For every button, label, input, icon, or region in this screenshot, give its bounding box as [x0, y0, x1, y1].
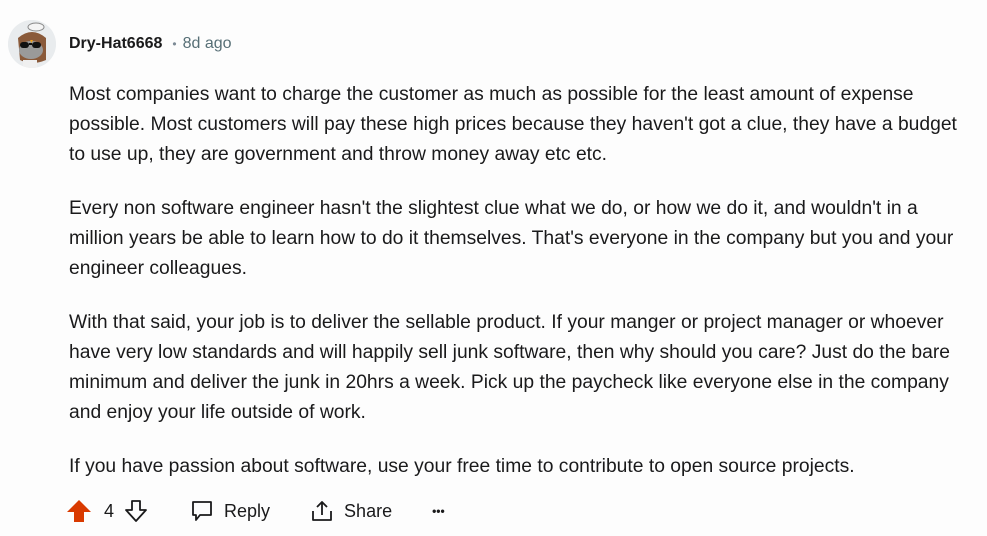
comment-header: Dry-Hat6668 • 8d ago: [69, 35, 232, 53]
share-label: Share: [344, 500, 393, 521]
reply-button[interactable]: Reply: [190, 499, 270, 523]
vote-count: 4: [104, 500, 115, 521]
comment-paragraph: Most companies want to charge the custom…: [69, 84, 957, 165]
comment-body: Most companies want to charge the custom…: [69, 80, 964, 506]
upvote-arrow-icon: [67, 500, 91, 522]
more-options-button[interactable]: •••: [432, 504, 445, 518]
more-options-icon: •••: [432, 504, 445, 518]
avatar[interactable]: [8, 20, 56, 68]
downvote-button[interactable]: [124, 499, 148, 523]
reply-label: Reply: [224, 500, 271, 521]
separator-dot: •: [172, 37, 177, 51]
upvote-button[interactable]: [66, 499, 92, 523]
downvote-arrow-icon: [125, 500, 147, 522]
timestamp[interactable]: 8d ago: [183, 35, 232, 53]
comment-paragraph: If you have passion about software, use …: [69, 456, 855, 477]
comment-paragraph: With that said, your job is to deliver t…: [69, 312, 950, 423]
comment-paragraph: Every non software engineer hasn't the s…: [69, 198, 954, 279]
author-name[interactable]: Dry-Hat6668: [69, 35, 162, 53]
comment-bubble-icon: [192, 501, 212, 521]
share-button[interactable]: Share: [310, 499, 392, 523]
comment-actions: 4 Reply Share •••: [66, 496, 445, 526]
owl-avatar-icon: [8, 20, 56, 68]
share-icon: [312, 501, 332, 521]
